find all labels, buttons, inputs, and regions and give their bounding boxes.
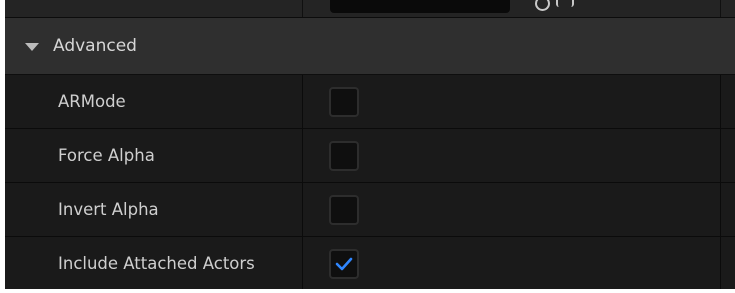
property-value-cell [303, 237, 720, 289]
category-label: Advanced [53, 36, 137, 56]
property-row-force-alpha: Force Alpha [5, 129, 735, 183]
property-row-include-attached-actors: Include Attached Actors [5, 237, 735, 289]
triangle-down-icon[interactable] [25, 43, 39, 51]
category-advanced[interactable]: Advanced [5, 18, 735, 75]
property-extra-cell [720, 129, 735, 182]
property-extra-cell [720, 183, 735, 236]
checkmark-icon [335, 257, 353, 270]
force-alpha-checkbox[interactable] [329, 140, 359, 171]
property-label: Include Attached Actors [58, 254, 255, 273]
column-divider-right [720, 0, 721, 17]
property-name-cell: Force Alpha [5, 129, 303, 182]
include-attached-actors-checkbox[interactable] [329, 248, 359, 279]
property-row-armode: ARMode [5, 75, 735, 129]
property-name-cell: Include Attached Actors [5, 237, 303, 289]
invert-alpha-checkbox[interactable] [329, 194, 359, 225]
property-extra-cell [720, 237, 735, 289]
array-icon[interactable] [556, 0, 574, 7]
property-label: Invert Alpha [58, 200, 159, 219]
armode-checkbox[interactable] [329, 86, 359, 117]
previous-row-actions [535, 0, 574, 11]
previous-value-field[interactable] [330, 0, 510, 13]
property-name-cell: ARMode [5, 75, 303, 128]
details-panel: Advanced ARMode Force Alpha Invert Alpha… [5, 0, 735, 289]
property-extra-cell [720, 75, 735, 128]
property-label: Force Alpha [58, 146, 155, 165]
property-value-cell [303, 129, 720, 182]
property-row-invert-alpha: Invert Alpha [5, 183, 735, 237]
previous-property-row [5, 0, 735, 18]
property-label: ARMode [58, 92, 126, 111]
property-value-cell [303, 183, 720, 236]
property-name-cell: Invert Alpha [5, 183, 303, 236]
property-value-cell [303, 75, 720, 128]
reset-icon[interactable] [535, 0, 550, 11]
column-divider [302, 0, 303, 17]
